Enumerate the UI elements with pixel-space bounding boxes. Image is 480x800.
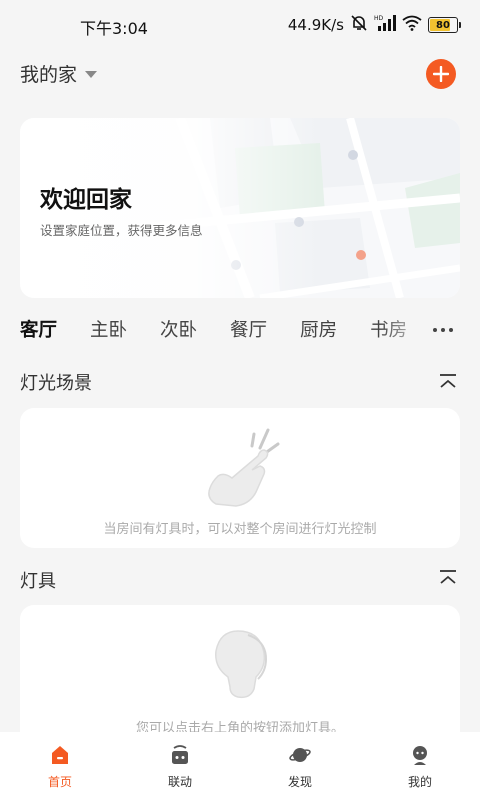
light-scene-title: 灯光场景 bbox=[20, 373, 92, 394]
tab-kitchen[interactable]: 厨房 bbox=[300, 316, 337, 346]
bulb-icon bbox=[215, 630, 268, 699]
tap-hand-icon bbox=[208, 428, 280, 507]
status-icons: 44.9K/s HD 80 bbox=[287, 14, 461, 36]
mute-bell-icon bbox=[350, 14, 368, 36]
network-speed: 44.9K/s bbox=[287, 16, 344, 34]
nav-profile-label: 我的 bbox=[407, 775, 432, 789]
linkage-icon bbox=[172, 745, 188, 764]
tab-master-bedroom[interactable]: 主卧 bbox=[90, 316, 127, 346]
nav-home[interactable]: 首页 bbox=[0, 732, 120, 800]
nav-linkage-label: 联动 bbox=[167, 775, 192, 789]
wifi-icon bbox=[402, 15, 422, 35]
bottom-nav: 首页 联动 发现 我的 bbox=[0, 732, 480, 800]
tab-living-room[interactable]: 客厅 bbox=[20, 316, 57, 346]
add-device-button[interactable] bbox=[426, 59, 456, 89]
status-time: 下午3:04 bbox=[80, 19, 148, 38]
battery-icon: 80 bbox=[428, 17, 461, 33]
caret-down-icon bbox=[85, 71, 98, 78]
hd-signal-icon: HD bbox=[374, 14, 396, 36]
svg-text:HD: HD bbox=[374, 15, 384, 22]
profile-icon bbox=[413, 746, 427, 765]
tabs-fade bbox=[380, 312, 430, 348]
home-icon bbox=[52, 746, 68, 764]
collapse-icon[interactable] bbox=[438, 568, 458, 588]
fixtures-title: 灯具 bbox=[20, 571, 56, 592]
welcome-card[interactable]: 欢迎回家 设置家庭位置，获得更多信息 bbox=[20, 118, 460, 298]
nav-profile[interactable]: 我的 bbox=[360, 732, 480, 800]
plus-icon bbox=[433, 66, 449, 82]
more-dots-icon[interactable] bbox=[426, 318, 460, 342]
status-bar: 下午3:04 44.9K/s HD 80 bbox=[0, 0, 480, 50]
battery-text: 80 bbox=[436, 19, 450, 31]
nav-linkage[interactable]: 联动 bbox=[120, 732, 240, 800]
welcome-subtitle: 设置家庭位置，获得更多信息 bbox=[40, 223, 203, 238]
collapse-icon[interactable] bbox=[438, 372, 458, 392]
light-scene-empty-text: 当房间有灯具时，可以对整个房间进行灯光控制 bbox=[103, 522, 377, 537]
tab-second-bedroom[interactable]: 次卧 bbox=[160, 316, 197, 346]
planet-icon bbox=[289, 748, 311, 762]
room-tabs: 客厅 主卧 次卧 餐厅 厨房 书房 bbox=[20, 316, 420, 346]
light-scene-card: 当房间有灯具时，可以对整个房间进行灯光控制 bbox=[20, 408, 460, 548]
nav-home-label: 首页 bbox=[47, 775, 72, 789]
welcome-title: 欢迎回家 bbox=[40, 187, 132, 213]
home-name: 我的家 bbox=[20, 64, 78, 86]
home-selector[interactable]: 我的家 bbox=[20, 60, 98, 87]
nav-discover-label: 发现 bbox=[287, 775, 312, 789]
tab-dining-room[interactable]: 餐厅 bbox=[230, 316, 267, 346]
nav-discover[interactable]: 发现 bbox=[240, 732, 360, 800]
